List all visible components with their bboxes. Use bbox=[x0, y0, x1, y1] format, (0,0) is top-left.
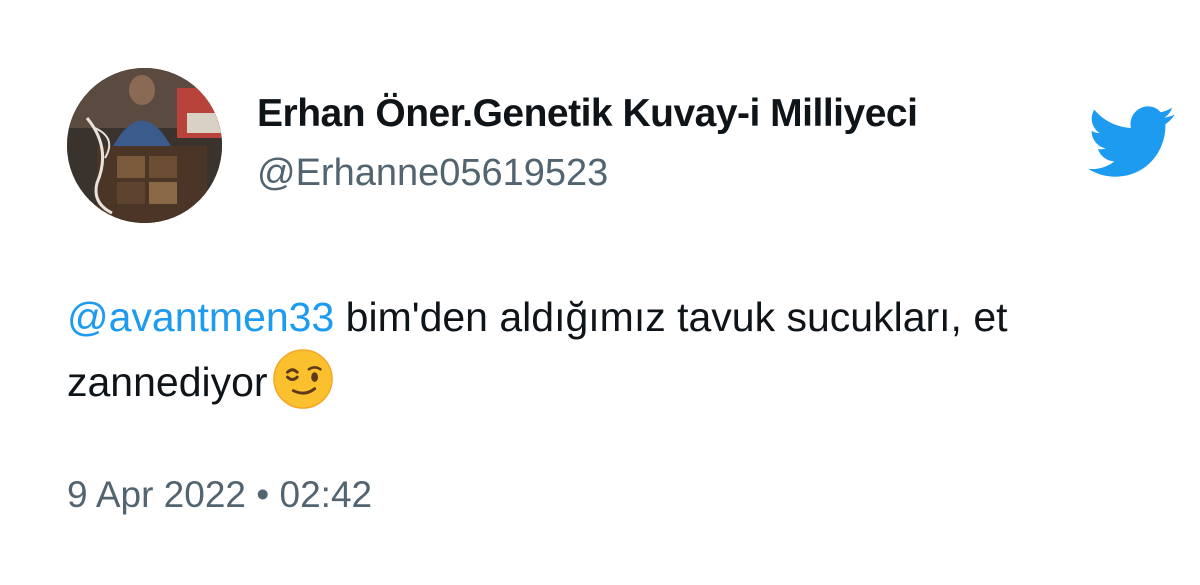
tweet-text: @avantmen33 bim'den aldığımız tavuk sucu… bbox=[67, 287, 1067, 413]
tweet-date: 9 Apr 2022 bbox=[67, 474, 246, 515]
twitter-bird-icon[interactable] bbox=[1088, 106, 1176, 180]
tweet-card: Erhan Öner.Genetik Kuvay-i Milliyeci @Er… bbox=[0, 0, 1200, 585]
winking-face-emoji bbox=[272, 349, 333, 409]
tweet-time: 02:42 bbox=[279, 474, 373, 515]
display-name[interactable]: Erhan Öner.Genetik Kuvay-i Milliyeci bbox=[257, 92, 918, 136]
tweet-timestamp[interactable]: 9 Apr 2022 • 02:42 bbox=[67, 474, 372, 516]
user-handle[interactable]: @Erhanne05619523 bbox=[257, 152, 608, 195]
avatar[interactable] bbox=[67, 68, 222, 223]
mention-link[interactable]: @avantmen33 bbox=[67, 294, 334, 340]
profile-photo bbox=[67, 68, 222, 223]
timestamp-separator: • bbox=[256, 474, 270, 515]
